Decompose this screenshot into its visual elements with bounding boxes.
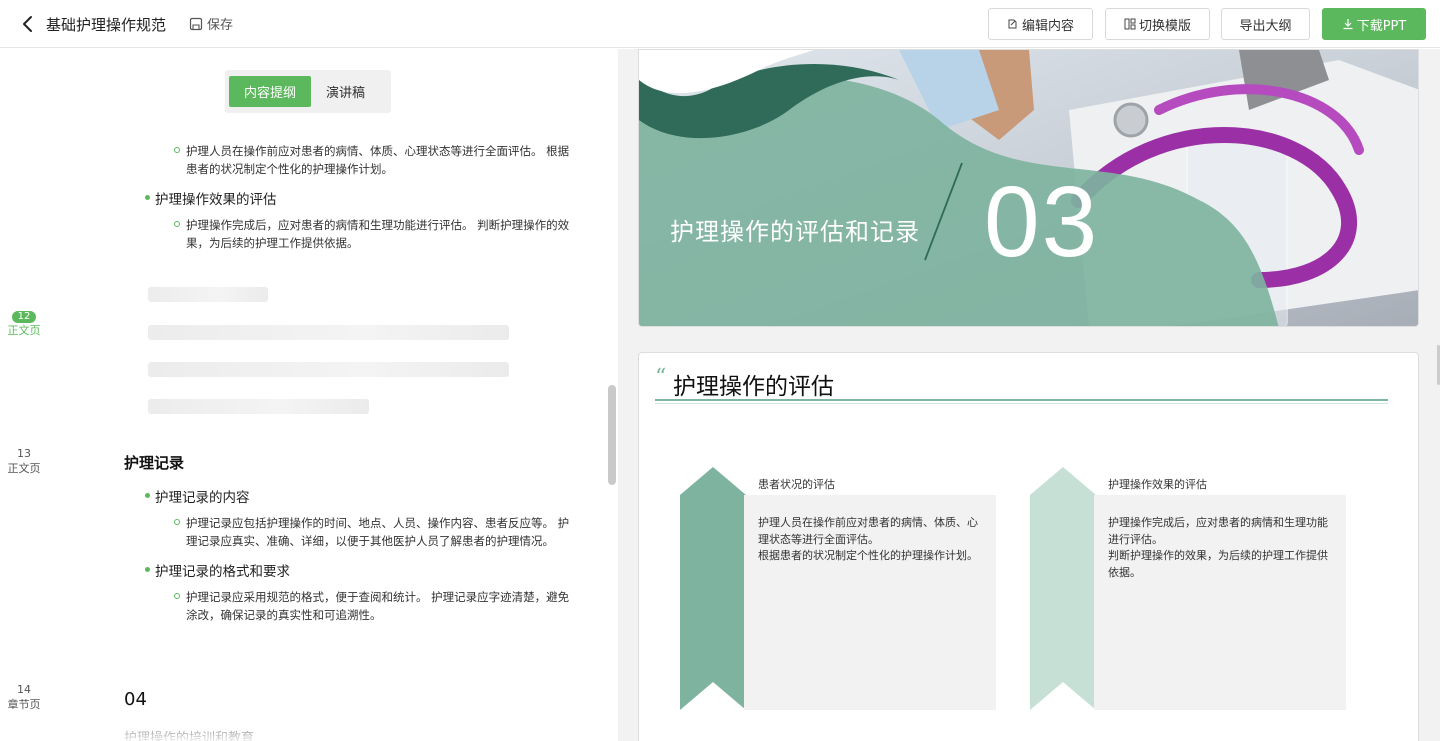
card-text-line: 判断护理操作的效果，为后续的护理工作提供 — [1108, 549, 1328, 562]
slide-title: 护理操作的评估 — [673, 374, 834, 400]
slide-content[interactable]: “ 护理操作的评估 患者状况的评估 护理人员在操作前应对患者的病情、体质、心 理… — [638, 352, 1419, 741]
export-outline-button[interactable]: 导出大纲 — [1221, 8, 1310, 40]
outline-bullet: 护理记录的格式和要求 — [145, 560, 290, 580]
sub-item-line: 涂改，确保记录的真实性和可追溯性。 — [186, 608, 382, 622]
sub-item-line: 护理记录应包括护理操作的时间、地点、人员、操作内容、患者反应等。 护 — [186, 516, 570, 530]
document-title: 基础护理操作规范 — [46, 16, 167, 34]
card-text-line: 根据患者的状况制定个性化的护理操作计划。 — [758, 549, 978, 562]
tab-outline[interactable]: 内容提纲 — [229, 76, 312, 107]
save-label: 保存 — [207, 18, 234, 33]
loading-skeleton — [148, 325, 509, 340]
chapter-title: 护理操作的培训和教育 — [124, 731, 255, 741]
view-tabs: 内容提纲 演讲稿 — [225, 70, 391, 113]
switch-template-button[interactable]: 切换模版 — [1105, 8, 1210, 40]
chapter-number: 04 — [124, 689, 147, 710]
sub-bullet-dot — [174, 519, 180, 525]
slide-chapter-number: 03 — [984, 166, 1100, 278]
outline-bullet: 护理操作效果的评估 — [145, 188, 277, 208]
switch-template-label: 切换模版 — [1138, 18, 1191, 34]
sub-item-line: 护理记录应采用规范的格式，便于查阅和统计。 护理记录应字迹清楚，避免 — [186, 590, 570, 604]
sub-bullet-dot — [174, 147, 180, 153]
card-title: 患者状况的评估 — [758, 478, 835, 491]
slide-preview-panel: 护理操作的评估和记录 03 “ 护理操作的评估 患者状况的评估 护理人员在操作前… — [618, 49, 1440, 741]
slide-chapter-cover[interactable]: 护理操作的评估和记录 03 — [638, 49, 1419, 327]
title-underline-light — [655, 403, 1388, 404]
top-bar: 基础护理操作规范 保存 编辑内容 切换模版 导出大纲 下载PPT — [0, 0, 1440, 48]
sub-item-line: 护理人员在操作前应对患者的病情、体质、心理状态等进行全面评估。 根据 — [186, 144, 570, 158]
page-number-badge: 12 — [12, 311, 36, 323]
outline-bullet: 护理记录的内容 — [145, 486, 250, 506]
card-text: 护理人员在操作前应对患者的病情、体质、心 理状态等进行全面评估。 根据患者的状况… — [758, 515, 983, 565]
edit-icon — [1008, 19, 1017, 29]
scroll-fade — [0, 709, 618, 741]
card-text: 护理操作完成后，应对患者的病情和生理功能 进行评估。 判断护理操作的效果，为后续… — [1108, 515, 1333, 581]
loading-skeleton — [148, 287, 268, 302]
outline-panel: 内容提纲 演讲稿 护理人员在操作前应对患者的病情、体质、心理状态等进行全面评估。… — [0, 49, 618, 741]
card-text-line: 护理人员在操作前应对患者的病情、体质、心 — [758, 516, 978, 529]
download-ppt-label: 下载PPT — [1356, 18, 1407, 34]
sub-bullet-dot — [174, 221, 180, 227]
sub-item-line: 理记录应真实、准确、详细，以便于其他医护人员了解患者的护理情况。 — [186, 534, 554, 548]
outline-sub-item: 护理记录应采用规范的格式，便于查阅和统计。 护理记录应字迹清楚，避免 涂改，确保… — [174, 588, 586, 624]
card-text-line: 依据。 — [1108, 565, 1141, 579]
edit-content-button[interactable]: 编辑内容 — [988, 8, 1093, 40]
sub-item-line: 果，为后续的护理工作提供依据。 — [186, 236, 359, 250]
bullet-dot — [145, 195, 150, 200]
page-type-label: 章节页 — [7, 698, 41, 711]
loading-skeleton — [148, 362, 509, 377]
page-type-label: 正文页 — [7, 324, 41, 337]
back-arrow-icon[interactable] — [18, 14, 38, 34]
page-type-label: 正文页 — [7, 462, 41, 475]
loading-skeleton — [148, 399, 369, 414]
bullet-dot — [145, 567, 150, 572]
slide-chapter-title: 护理操作的评估和记录 — [670, 218, 920, 246]
edit-content-label: 编辑内容 — [1021, 18, 1074, 34]
card-text-line: 进行评估。 — [1108, 532, 1163, 546]
page-marker-12[interactable]: 12 正文页 — [0, 311, 48, 338]
quote-icon: “ — [655, 365, 667, 390]
section-title: 护理记录 — [124, 454, 185, 472]
evaluation-card: 护理操作效果的评估 护理操作完成后，应对患者的病情和生理功能 进行评估。 判断护… — [1030, 467, 1350, 712]
card-title: 护理操作效果的评估 — [1108, 478, 1207, 491]
download-ppt-button[interactable]: 下载PPT — [1322, 8, 1426, 40]
ribbon-banner — [680, 467, 746, 710]
outline-sub-item: 护理操作完成后，应对患者的病情和生理功能进行评估。 判断护理操作的效 果，为后续… — [174, 216, 586, 252]
card-text-line: 理状态等进行全面评估。 — [758, 532, 879, 546]
evaluation-card: 患者状况的评估 护理人员在操作前应对患者的病情、体质、心 理状态等进行全面评估。… — [680, 467, 1000, 712]
page-number: 13 — [17, 447, 31, 460]
bullet-text: 护理记录的格式和要求 — [155, 564, 290, 580]
save-button[interactable]: 保存 — [189, 14, 233, 33]
bullet-text: 护理记录的内容 — [155, 490, 250, 506]
save-icon — [189, 17, 203, 30]
tab-speech-script[interactable]: 演讲稿 — [311, 76, 380, 107]
title-underline — [655, 399, 1388, 401]
card-text-line: 护理操作完成后，应对患者的病情和生理功能 — [1108, 516, 1328, 529]
export-outline-label: 导出大纲 — [1239, 18, 1292, 34]
sub-item-line: 患者的状况制定个性化的护理操作计划。 — [186, 162, 393, 176]
sub-item-line: 护理操作完成后，应对患者的病情和生理功能进行评估。 判断护理操作的效 — [186, 218, 570, 232]
bullet-text: 护理操作效果的评估 — [155, 192, 277, 208]
sub-bullet-dot — [174, 593, 180, 599]
bullet-dot — [145, 493, 150, 498]
outline-sub-item: 护理记录应包括护理操作的时间、地点、人员、操作内容、患者反应等。 护 理记录应真… — [174, 514, 586, 550]
template-icon — [1124, 18, 1136, 30]
page-marker-13[interactable]: 13 正文页 — [0, 446, 48, 476]
ribbon-banner — [1030, 467, 1096, 710]
page-marker-14[interactable]: 14 章节页 — [0, 682, 48, 712]
outline-sub-item: 护理人员在操作前应对患者的病情、体质、心理状态等进行全面评估。 根据 患者的状况… — [174, 142, 586, 178]
scrollbar-thumb[interactable] — [608, 385, 616, 485]
page-number: 14 — [17, 683, 31, 696]
download-icon — [1343, 19, 1353, 30]
